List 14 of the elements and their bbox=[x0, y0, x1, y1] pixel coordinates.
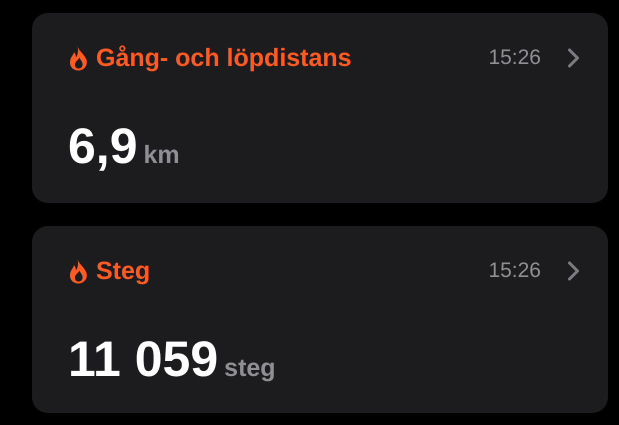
metric-unit: km bbox=[144, 141, 180, 170]
card-title: Steg bbox=[96, 256, 152, 286]
metric-value: 11 059 bbox=[68, 330, 218, 388]
flame-icon bbox=[68, 45, 89, 71]
timestamp: 15:26 bbox=[488, 259, 541, 283]
timestamp: 15:26 bbox=[488, 46, 541, 70]
flame-icon bbox=[68, 258, 89, 284]
activity-card[interactable]: Gång- och löpdistans 15:26 6,9 km bbox=[32, 13, 608, 203]
metric-value: 6,9 bbox=[68, 117, 138, 175]
chevron-icon bbox=[567, 261, 580, 281]
activity-card[interactable]: Steg 15:26 11 059 steg bbox=[32, 226, 608, 413]
metric-unit: steg bbox=[224, 354, 276, 383]
chevron-icon bbox=[567, 48, 580, 68]
card-title: Gång- och löpdistans bbox=[96, 44, 353, 72]
